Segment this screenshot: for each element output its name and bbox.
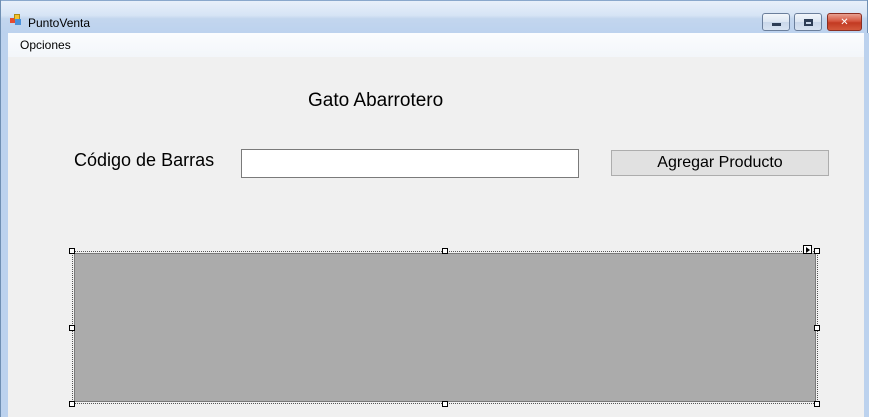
- close-button[interactable]: ✕: [827, 13, 862, 31]
- maximize-icon: [803, 18, 813, 26]
- app-window: PuntoVenta ✕ Opciones Gato Abarrotero Có…: [0, 0, 869, 417]
- menu-item-opciones[interactable]: Opciones: [14, 36, 77, 54]
- resize-handle-right[interactable]: [814, 325, 820, 331]
- window-frame-left: [1, 33, 8, 417]
- minimize-icon: [771, 23, 781, 26]
- app-icon: [10, 14, 22, 25]
- menu-bar: Opciones: [8, 33, 864, 57]
- title-bar[interactable]: PuntoVenta ✕: [1, 0, 867, 33]
- resize-handle-top-left[interactable]: [69, 248, 75, 254]
- designer-selection-border: [72, 251, 818, 404]
- resize-handle-bottom-left[interactable]: [69, 401, 75, 407]
- add-product-button[interactable]: Agregar Producto: [611, 150, 829, 176]
- resize-handle-top-right[interactable]: [814, 248, 820, 254]
- minimize-button[interactable]: [762, 13, 790, 31]
- maximize-button[interactable]: [794, 13, 822, 31]
- form-client-area: Opciones Gato Abarrotero Código de Barra…: [8, 33, 864, 417]
- smart-tag-arrow-icon[interactable]: [803, 245, 812, 254]
- barcode-input[interactable]: [241, 149, 579, 178]
- barcode-label: Código de Barras: [74, 150, 215, 170]
- page-title: Gato Abarrotero: [308, 90, 444, 111]
- resize-handle-top[interactable]: [442, 248, 448, 254]
- close-icon: ✕: [840, 16, 849, 28]
- resize-handle-bottom-right[interactable]: [814, 401, 820, 407]
- resize-handle-left[interactable]: [69, 325, 75, 331]
- window-title: PuntoVenta: [28, 16, 91, 30]
- resize-handle-bottom[interactable]: [442, 401, 448, 407]
